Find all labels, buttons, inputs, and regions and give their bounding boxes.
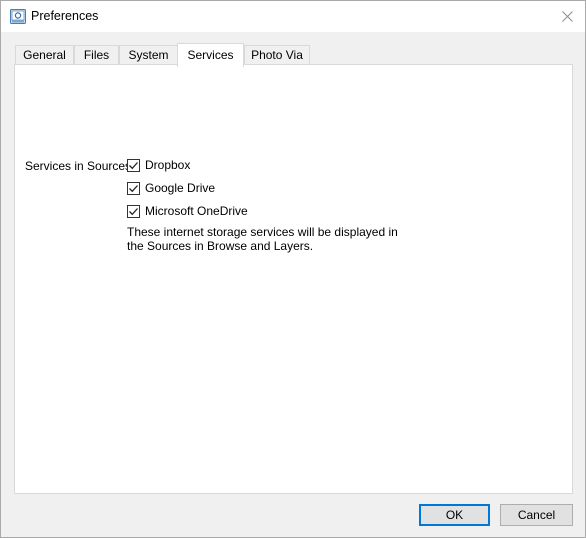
google-drive-option[interactable]: Google Drive — [127, 181, 215, 195]
dropbox-option[interactable]: Dropbox — [127, 158, 190, 172]
services-info-text: These internet storage services will be … — [127, 225, 398, 253]
dropbox-checkbox[interactable] — [127, 158, 140, 172]
close-icon — [561, 11, 573, 22]
services-in-sources-label: Services in Sources: — [25, 159, 135, 173]
onedrive-option[interactable]: Microsoft OneDrive — [127, 204, 248, 218]
onedrive-label: Microsoft OneDrive — [145, 204, 248, 218]
google-drive-checkbox[interactable] — [127, 181, 140, 195]
google-drive-label: Google Drive — [145, 181, 216, 195]
title-bar: Preferences — [1, 1, 585, 32]
checkmark-icon — [129, 161, 138, 169]
close-button[interactable] — [549, 1, 585, 32]
tab-photo-via[interactable]: Photo Via — [244, 45, 310, 66]
onedrive-checkbox[interactable] — [127, 204, 140, 218]
checkmark-icon — [129, 184, 138, 192]
tab-services[interactable]: Services — [177, 43, 244, 67]
cancel-button[interactable]: Cancel — [500, 504, 573, 526]
services-panel: Services in Sources: Dropbox Google Driv… — [14, 64, 573, 494]
ok-button[interactable]: OK — [419, 504, 490, 526]
tab-files[interactable]: Files — [74, 45, 119, 66]
preferences-window: Preferences General Files System Service… — [0, 0, 586, 538]
tab-system[interactable]: System — [119, 45, 178, 66]
preferences-app-icon — [10, 9, 26, 24]
window-title: Preferences — [31, 9, 99, 23]
tab-general[interactable]: General — [15, 45, 74, 66]
checkmark-icon — [129, 207, 138, 215]
dropbox-label: Dropbox — [145, 158, 191, 172]
